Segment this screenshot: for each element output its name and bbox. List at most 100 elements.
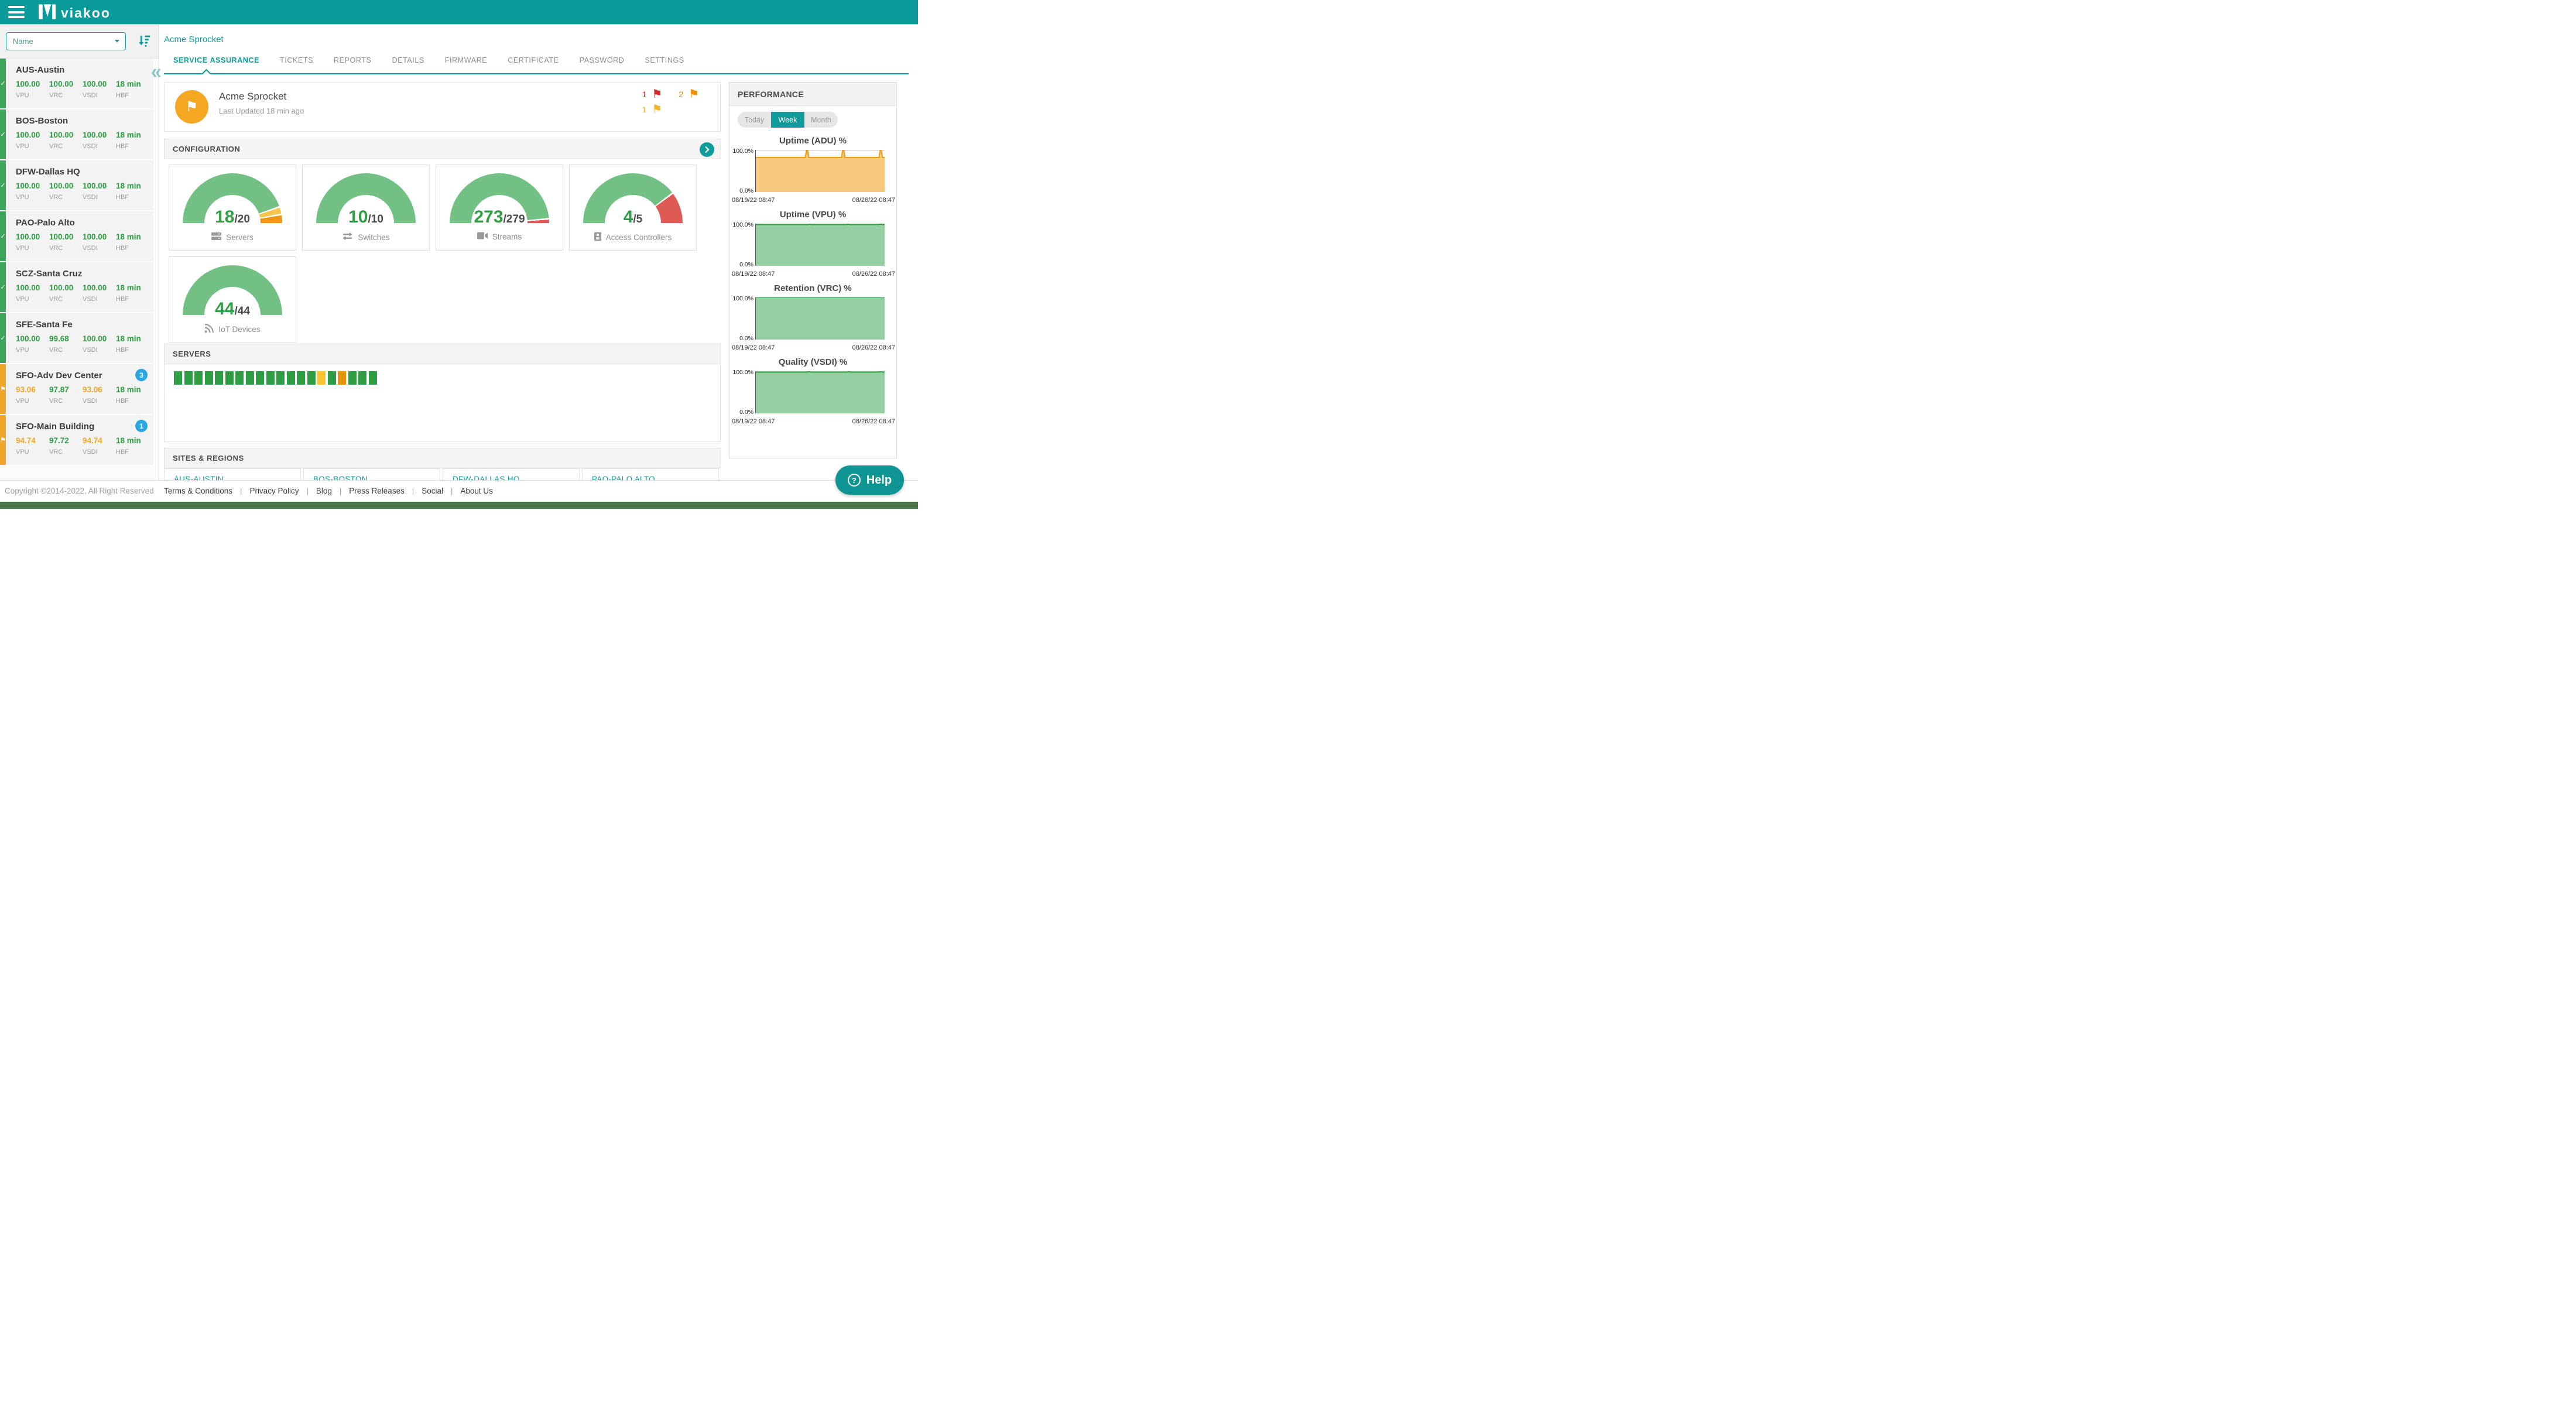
check-icon: ✓ [0,211,6,261]
site-region-card[interactable]: AUS-AUSTIN [164,468,301,480]
metric-value: 100.00 [49,283,83,292]
chart-y-axis: 100.0%0.0% [729,371,755,413]
chart-uptime-vpu-: Uptime (VPU) %100.0%0.0%08/19/22 08:4708… [729,210,896,278]
flag-count: 2 [679,90,683,99]
server-square[interactable] [328,371,336,385]
tab-tickets[interactable]: TICKETS [280,56,313,64]
footer-link-terms-conditions[interactable]: Terms & Conditions [164,487,232,495]
server-square[interactable] [184,371,193,385]
server-square[interactable] [256,371,264,385]
sidebar-site-item[interactable]: ✓PAO-Palo Alto100.00VPU100.00VRC100.00VS… [0,211,153,261]
metric-label: HBF [116,448,149,456]
breadcrumb[interactable]: Acme Sprocket [164,35,224,44]
alert-flags: 1⚑ 2⚑ 1⚑ [642,88,699,115]
range-today[interactable]: Today [738,112,771,128]
gauge-card-servers[interactable]: 18/20Servers [169,165,296,251]
footer-link-press-releases[interactable]: Press Releases [349,487,405,495]
server-square[interactable] [194,371,203,385]
sidebar-site-item[interactable]: ✓SCZ-Santa Cruz100.00VPU100.00VRC100.00V… [0,262,153,312]
top-bar: viakoo [0,0,918,24]
site-region-link[interactable]: BOS-BOSTON [313,475,368,480]
gauge-card-access-controllers[interactable]: 4/5Access Controllers [569,165,697,251]
site-region-link[interactable]: PAO-PALO ALTO [592,475,655,480]
tab-reports[interactable]: REPORTS [334,56,371,64]
server-square[interactable] [215,371,223,385]
flag-critical[interactable]: 1⚑ [642,88,663,100]
sidebar-site-item[interactable]: ⚑3SFO-Adv Dev Center93.06VPU97.87VRC93.0… [0,364,153,414]
site-region-link[interactable]: DFW-DALLAS HQ [453,475,520,480]
expand-configuration-button[interactable] [700,142,714,157]
server-square[interactable] [338,371,346,385]
sidebar-site-item[interactable]: ⚑1SFO-Main Building94.74VPU97.72VRC94.74… [0,415,153,465]
x-end-label: 08/26/22 08:47 [852,418,895,425]
metric-value: 100.00 [83,334,116,343]
dropdown-caret-icon [115,40,119,43]
server-square[interactable] [287,371,295,385]
footer-link-about-us[interactable]: About Us [460,487,493,495]
gauge-value: 18/20 [183,207,282,227]
site-name: PAO-Palo Alto [16,218,153,228]
gauge-card-iot-devices[interactable]: 44/44IoT Devices [169,256,296,343]
gauge-card-switches[interactable]: 10/10Switches [302,165,430,251]
sidebar-site-item[interactable]: ✓DFW-Dallas HQ100.00VPU100.00VRC100.00VS… [0,160,153,210]
server-square[interactable] [205,371,213,385]
server-square[interactable] [348,371,357,385]
footer-link-privacy-policy[interactable]: Privacy Policy [249,487,299,495]
server-square[interactable] [225,371,234,385]
metric: 97.72VRC [49,436,83,456]
server-square[interactable] [369,371,377,385]
sidebar-site-item[interactable]: ✓SFE-Santa Fe100.00VPU99.68VRC100.00VSDI… [0,313,153,363]
gauge-label-text: Switches [358,233,389,242]
tab-firmware[interactable]: FIRMWARE [445,56,487,64]
server-square[interactable] [246,371,254,385]
collapse-sidebar-icon[interactable]: « [151,61,162,81]
server-square[interactable] [266,371,275,385]
metric-value: 100.00 [83,80,116,88]
site-region-link[interactable]: AUS-AUSTIN [174,475,224,480]
site-name: DFW-Dallas HQ [16,167,153,177]
configuration-section-header: CONFIGURATION [164,139,721,159]
menu-icon[interactable] [8,6,26,18]
metric: 18 minHBF [116,385,149,405]
server-square[interactable] [307,371,316,385]
server-square[interactable] [276,371,285,385]
site-region-card[interactable]: DFW-DALLAS HQ [443,468,580,480]
server-square[interactable] [235,371,244,385]
tab-details[interactable]: DETAILS [392,56,424,64]
metric-label: VPU [16,194,49,201]
sites-cards-row: AUS-AUSTIN BOS-BOSTON DFW-DALLAS HQ PAO-PAL… [164,468,721,480]
server-square[interactable] [317,371,326,385]
tab-certificate[interactable]: CERTIFICATE [508,56,559,64]
range-week[interactable]: Week [771,112,804,128]
server-square[interactable] [174,371,182,385]
server-square[interactable] [297,371,305,385]
flag-row: 1⚑ [642,104,699,115]
viakoo-logo[interactable]: viakoo [39,4,111,22]
range-month[interactable]: Month [804,112,838,128]
site-region-card[interactable]: BOS-BOSTON [303,468,440,480]
sidebar-site-item[interactable]: ✓AUS-Austin100.00VPU100.00VRC100.00VSDI1… [0,59,153,108]
metric-label: VSDI [83,92,116,99]
tab-password[interactable]: PASSWORD [580,56,625,64]
tab-service-assurance[interactable]: SERVICE ASSURANCE [173,56,259,64]
metric: 18 minHBF [116,334,149,354]
link-separator: | [451,487,453,495]
sort-descending-icon[interactable] [138,34,151,50]
tab-settings[interactable]: SETTINGS [645,56,684,64]
server-square[interactable] [358,371,366,385]
chart-area [755,224,885,269]
site-region-card[interactable]: PAO-PALO ALTO [582,468,719,480]
footer-link-blog[interactable]: Blog [316,487,332,495]
sort-by-select[interactable]: Name [6,32,126,50]
chart-plot [755,297,885,340]
help-button[interactable]: ? Help [835,465,904,495]
sidebar-site-item[interactable]: ✓BOS-Boston100.00VPU100.00VRC100.00VSDI1… [0,109,153,159]
gauge-card-streams[interactable]: 273/279Streams [436,165,563,251]
flag-minor[interactable]: 1⚑ [642,104,663,115]
flag-warning[interactable]: 2⚑ [679,88,699,100]
metric: 93.06VSDI [83,385,116,405]
check-icon: ✓ [0,109,6,159]
metric-label: VSDI [83,398,116,405]
footer-link-social[interactable]: Social [422,487,443,495]
site-name: SFO-Adv Dev Center [16,371,153,381]
